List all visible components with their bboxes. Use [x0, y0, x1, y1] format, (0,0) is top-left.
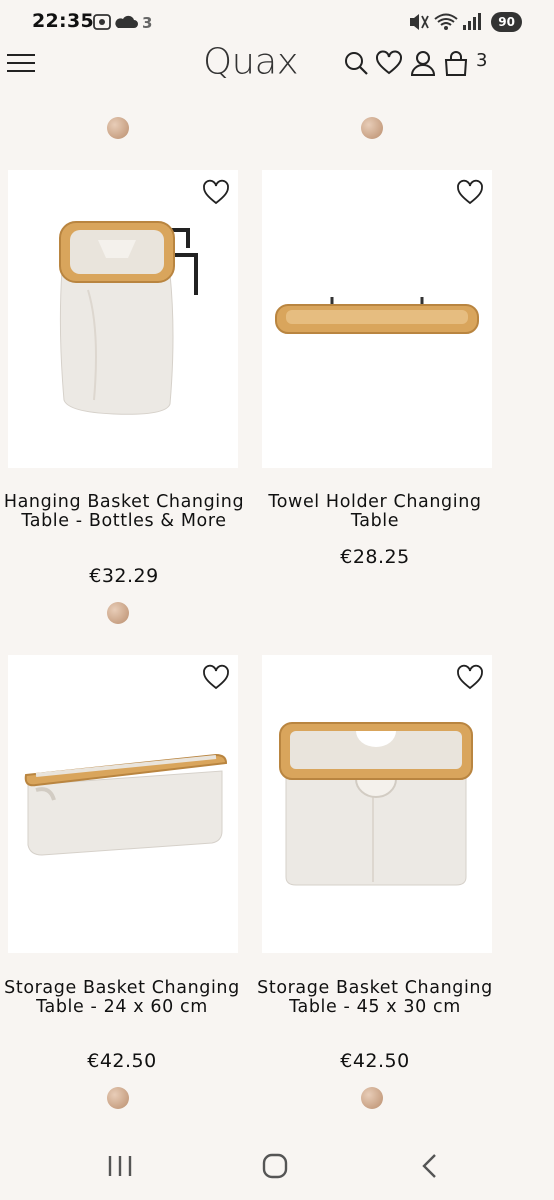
- heart-icon[interactable]: [456, 663, 484, 691]
- app-header: Quax 3: [0, 41, 554, 84]
- color-swatch[interactable]: [361, 117, 383, 139]
- system-nav-bar: [0, 1136, 554, 1200]
- search-icon[interactable]: [343, 50, 369, 76]
- product-image-storage-basket-24x60[interactable]: [8, 655, 238, 953]
- bag-icon[interactable]: [443, 50, 469, 76]
- heart-icon[interactable]: [376, 50, 402, 76]
- color-swatch[interactable]: [107, 1087, 129, 1109]
- color-swatch[interactable]: [107, 117, 129, 139]
- storage-basket-24x60-illustration: [24, 753, 228, 856]
- status-bar: 22:35 3 90: [0, 0, 554, 44]
- back-icon[interactable]: [410, 1150, 450, 1182]
- product-name[interactable]: Hanging Basket Changing Table - Bottles …: [0, 493, 248, 531]
- cart-count: 3: [476, 50, 488, 71]
- status-time: 22:35: [32, 10, 94, 32]
- heart-icon[interactable]: [456, 178, 484, 206]
- product-price: €28.25: [340, 546, 410, 568]
- heart-icon[interactable]: [202, 178, 230, 206]
- product-price: €42.50: [340, 1050, 410, 1072]
- menu-icon[interactable]: [6, 48, 36, 78]
- product-name[interactable]: Storage Basket Changing Table - 45 x 30 …: [251, 979, 499, 1017]
- hanging-basket-illustration: [59, 221, 198, 415]
- status-right-icons: 90: [407, 10, 522, 34]
- product-image-hanging-basket[interactable]: [8, 170, 238, 468]
- svg-text:3: 3: [142, 14, 152, 32]
- color-swatch[interactable]: [107, 602, 129, 624]
- user-icon[interactable]: [410, 50, 436, 76]
- battery-level: 90: [491, 12, 522, 32]
- logo[interactable]: Quax: [203, 41, 299, 82]
- home-icon[interactable]: [256, 1150, 296, 1182]
- product-name[interactable]: Storage Basket Changing Table - 24 x 60 …: [0, 979, 246, 1017]
- product-price: €42.50: [87, 1050, 157, 1072]
- towel-holder-illustration: [275, 297, 479, 334]
- signal-wifi-icons: [410, 13, 482, 30]
- heart-icon[interactable]: [202, 663, 230, 691]
- product-price: €32.29: [89, 565, 159, 587]
- product-name[interactable]: Towel Holder Changing Table: [251, 493, 499, 531]
- product-image-towel-holder[interactable]: [262, 170, 492, 468]
- status-notification-icons: 3: [93, 14, 152, 32]
- storage-basket-45x30-illustration: [279, 722, 473, 886]
- color-swatch[interactable]: [361, 1087, 383, 1109]
- recents-icon[interactable]: [100, 1150, 140, 1182]
- product-image-storage-basket-45x30[interactable]: [262, 655, 492, 953]
